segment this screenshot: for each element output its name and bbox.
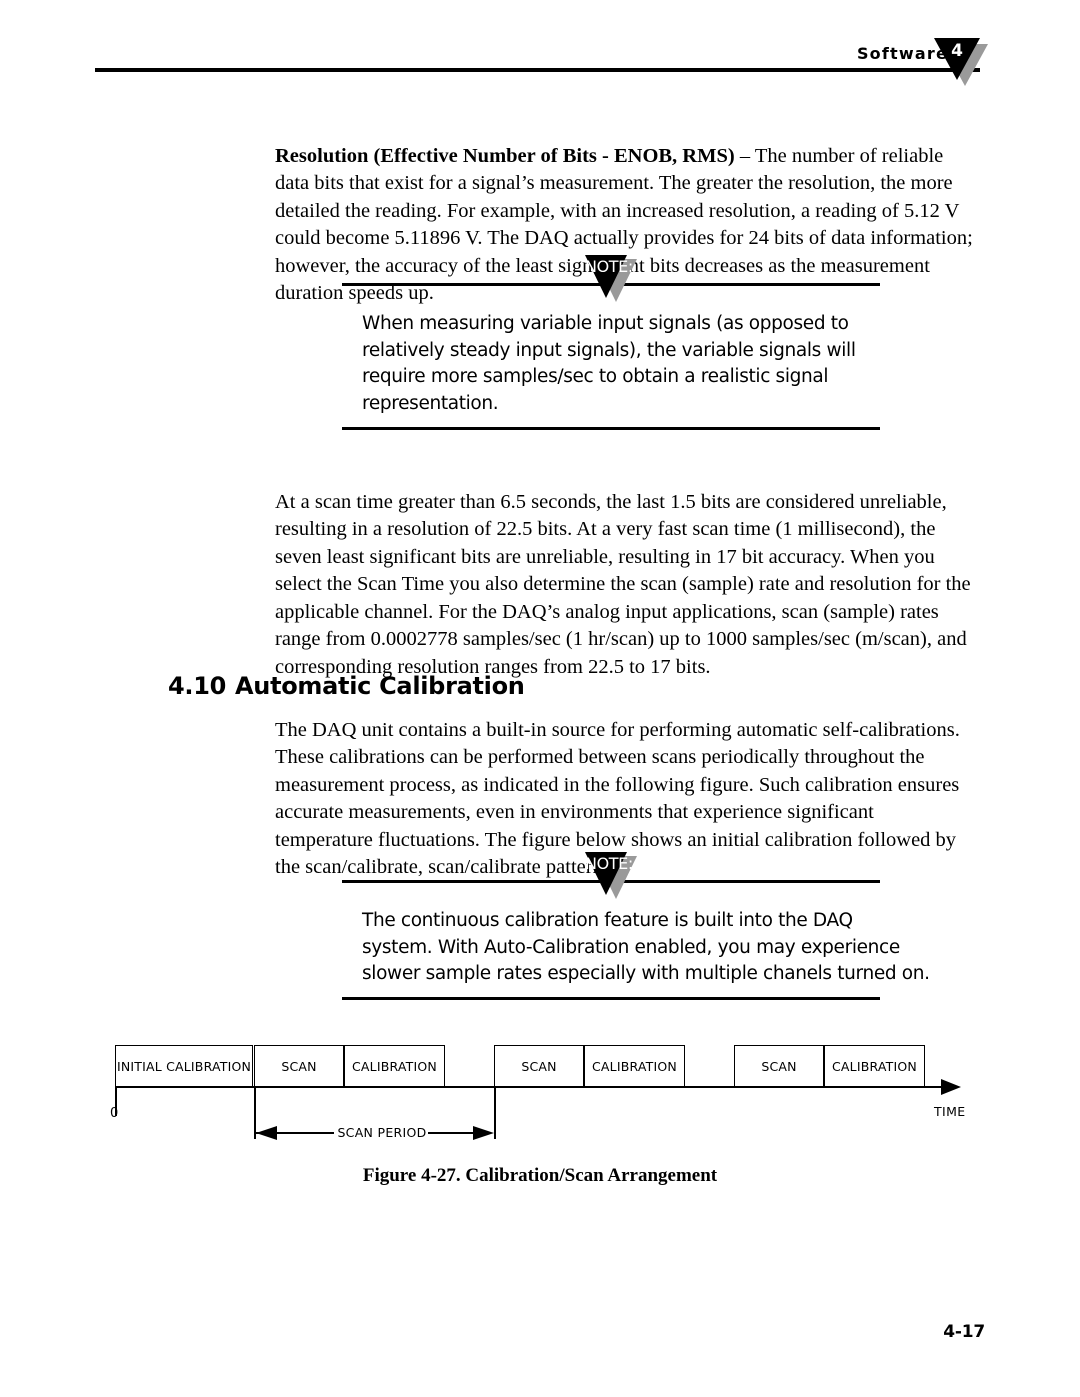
note-marker: NOTE: bbox=[582, 255, 668, 302]
timing-block: SCAN bbox=[494, 1045, 584, 1087]
timing-block: SCAN bbox=[254, 1045, 344, 1087]
note-line: When measuring variable input signals (a… bbox=[362, 313, 849, 334]
scan-period-tick-right bbox=[494, 1087, 496, 1139]
chapter-tab: 4 bbox=[934, 38, 996, 90]
time-axis-label: TIME bbox=[934, 1104, 966, 1119]
timing-block: CALIBRATION bbox=[824, 1045, 925, 1087]
note-marker: NOTE: bbox=[582, 852, 668, 899]
note-text: When measuring variable input signals (a… bbox=[362, 311, 862, 417]
section-title: Automatic Calibration bbox=[235, 671, 525, 700]
section-number: 4.10 bbox=[168, 671, 227, 700]
timing-block: SCAN bbox=[734, 1045, 824, 1087]
chapter-number: 4 bbox=[951, 41, 963, 61]
note-line: relatively steady input signals), the va… bbox=[362, 339, 856, 361]
note-line: system. With Auto-Calibration enabled, y… bbox=[362, 936, 900, 958]
note-line: The continuous calibration feature is bu… bbox=[362, 910, 853, 931]
page-header: Software 4 bbox=[0, 0, 1080, 90]
note-rule-bottom bbox=[342, 997, 880, 1000]
timing-block: CALIBRATION bbox=[584, 1045, 685, 1087]
timing-block: CALIBRATION bbox=[344, 1045, 445, 1087]
time-axis-arrow-icon bbox=[941, 1079, 961, 1095]
scan-period-line-right bbox=[428, 1132, 478, 1134]
note-marker-label: NOTE: bbox=[585, 854, 633, 873]
paragraph-resolution-lead: Resolution (Effective Number of Bits - E… bbox=[275, 144, 735, 167]
time-axis-line bbox=[115, 1086, 945, 1088]
note-line: representation. bbox=[362, 392, 499, 414]
timing-block: INITIAL CALIBRATION bbox=[115, 1045, 253, 1087]
time-axis-origin-label: 0 bbox=[110, 1106, 119, 1121]
page-number: 4-17 bbox=[943, 1322, 985, 1342]
note-line: slower sample rates especially with mult… bbox=[362, 963, 930, 984]
note-marker-label: NOTE: bbox=[585, 257, 633, 276]
figure-caption: Figure 4-27. Calibration/Scan Arrangemen… bbox=[362, 1165, 718, 1186]
note-text: The continuous calibration feature is bu… bbox=[362, 908, 930, 988]
note-rule-bottom bbox=[342, 427, 880, 430]
header-rule bbox=[95, 68, 980, 72]
section-heading: 4.10 Automatic Calibration bbox=[168, 672, 525, 700]
arrow-left-icon bbox=[256, 1126, 277, 1140]
paragraph-scan-time: At a scan time greater than 6.5 seconds,… bbox=[275, 490, 971, 678]
note-line: require more samples/sec to obtain a rea… bbox=[362, 366, 829, 387]
scan-period-label: SCAN PERIOD bbox=[336, 1125, 428, 1140]
arrow-right-icon bbox=[473, 1126, 494, 1140]
calibration-scan-timing-diagram: INITIAL CALIBRATION SCAN CALIBRATION SCAN CA… bbox=[0, 1040, 1080, 1160]
